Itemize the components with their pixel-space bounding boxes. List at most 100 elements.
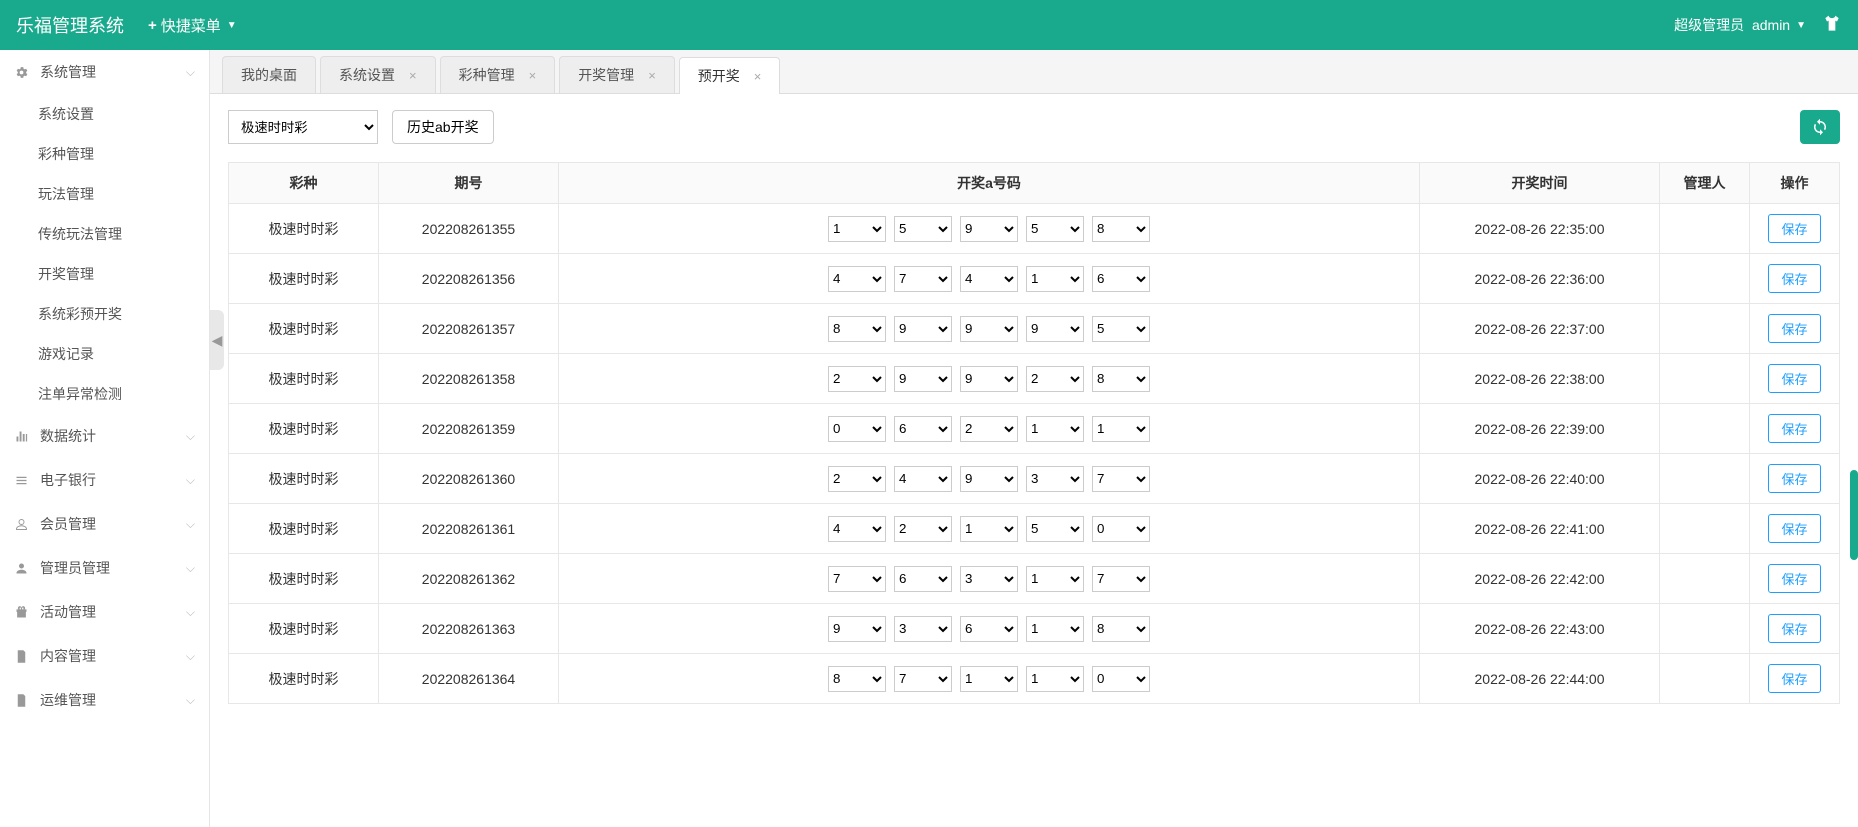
scrollbar-thumb[interactable] [1850, 470, 1858, 560]
cell-action: 保存 [1750, 604, 1840, 654]
number-select[interactable]: 1 [960, 516, 1018, 542]
sidebar-item[interactable]: 开奖管理 [0, 254, 209, 294]
number-select[interactable]: 2 [1026, 366, 1084, 392]
number-select[interactable]: 2 [828, 366, 886, 392]
number-select[interactable]: 7 [1092, 566, 1150, 592]
number-select[interactable]: 4 [894, 466, 952, 492]
sidebar-group-3[interactable]: 会员管理⌵ [0, 502, 209, 546]
close-icon[interactable]: × [754, 69, 762, 84]
number-select[interactable]: 6 [894, 416, 952, 442]
refresh-button[interactable] [1800, 110, 1840, 144]
number-select[interactable]: 7 [828, 566, 886, 592]
number-select[interactable]: 9 [828, 616, 886, 642]
save-button[interactable]: 保存 [1768, 314, 1820, 343]
number-select[interactable]: 9 [960, 316, 1018, 342]
sidebar-item[interactable]: 游戏记录 [0, 334, 209, 374]
number-select[interactable]: 9 [960, 366, 1018, 392]
sidebar-group-1[interactable]: 数据统计⌵ [0, 414, 209, 458]
number-select[interactable]: 4 [828, 516, 886, 542]
number-select[interactable]: 6 [894, 566, 952, 592]
save-button[interactable]: 保存 [1768, 664, 1820, 693]
history-ab-button[interactable]: 历史ab开奖 [392, 110, 494, 144]
number-select[interactable]: 8 [828, 316, 886, 342]
save-button[interactable]: 保存 [1768, 364, 1820, 393]
sidebar-group-5[interactable]: 活动管理⌵ [0, 590, 209, 634]
theme-icon[interactable] [1822, 14, 1842, 37]
number-select[interactable]: 1 [1026, 616, 1084, 642]
number-select[interactable]: 2 [828, 466, 886, 492]
tab[interactable]: 开奖管理× [559, 56, 675, 93]
cell-action: 保存 [1750, 654, 1840, 704]
tab[interactable]: 彩种管理× [440, 56, 556, 93]
number-select[interactable]: 8 [1092, 216, 1150, 242]
sidebar-item[interactable]: 玩法管理 [0, 174, 209, 214]
number-select[interactable]: 1 [1026, 416, 1084, 442]
number-select[interactable]: 2 [960, 416, 1018, 442]
number-select[interactable]: 1 [828, 216, 886, 242]
number-select[interactable]: 8 [1092, 366, 1150, 392]
sidebar-group-0[interactable]: 系统管理⌵ [0, 50, 209, 94]
lottery-select[interactable]: 极速时时彩 [228, 110, 378, 144]
sidebar-group-7[interactable]: 运维管理⌵ [0, 678, 209, 722]
number-select[interactable]: 6 [960, 616, 1018, 642]
number-select[interactable]: 7 [894, 666, 952, 692]
number-select[interactable]: 4 [828, 266, 886, 292]
number-select[interactable]: 1 [960, 666, 1018, 692]
sidebar-item[interactable]: 系统设置 [0, 94, 209, 134]
save-button[interactable]: 保存 [1768, 464, 1820, 493]
number-select[interactable]: 8 [1092, 616, 1150, 642]
quick-menu-toggle[interactable]: + 快捷菜单 ▼ [148, 15, 237, 36]
number-select[interactable]: 5 [1092, 316, 1150, 342]
save-button[interactable]: 保存 [1768, 514, 1820, 543]
save-button[interactable]: 保存 [1768, 264, 1820, 293]
number-select[interactable]: 2 [894, 516, 952, 542]
number-select[interactable]: 5 [1026, 516, 1084, 542]
number-select[interactable]: 6 [1092, 266, 1150, 292]
number-select[interactable]: 9 [1026, 316, 1084, 342]
sidebar-item[interactable]: 彩种管理 [0, 134, 209, 174]
cell-action: 保存 [1750, 204, 1840, 254]
save-button[interactable]: 保存 [1768, 214, 1820, 243]
save-button[interactable]: 保存 [1768, 614, 1820, 643]
cell-lottery: 极速时时彩 [229, 304, 379, 354]
number-select[interactable]: 3 [894, 616, 952, 642]
number-select[interactable]: 1 [1026, 666, 1084, 692]
close-icon[interactable]: × [648, 68, 656, 83]
number-select[interactable]: 1 [1026, 266, 1084, 292]
number-select[interactable]: 9 [960, 466, 1018, 492]
number-select[interactable]: 5 [1026, 216, 1084, 242]
number-select[interactable]: 0 [828, 416, 886, 442]
sidebar-group-2[interactable]: 电子银行⌵ [0, 458, 209, 502]
number-select[interactable]: 1 [1026, 566, 1084, 592]
save-button[interactable]: 保存 [1768, 564, 1820, 593]
cell-lottery: 极速时时彩 [229, 204, 379, 254]
sidebar-item[interactable]: 系统彩预开奖 [0, 294, 209, 334]
sidebar-group-4[interactable]: 管理员管理⌵ [0, 546, 209, 590]
cell-time: 2022-08-26 22:44:00 [1420, 654, 1660, 704]
scrollbar[interactable] [1850, 50, 1858, 827]
number-select[interactable]: 9 [894, 316, 952, 342]
sidebar-collapse-handle[interactable]: ◀ [210, 310, 224, 370]
number-select[interactable]: 3 [1026, 466, 1084, 492]
user-menu-toggle[interactable]: 超级管理员 admin ▼ [1674, 15, 1806, 35]
close-icon[interactable]: × [529, 68, 537, 83]
save-button[interactable]: 保存 [1768, 414, 1820, 443]
tab[interactable]: 我的桌面 [222, 56, 316, 93]
tab[interactable]: 系统设置× [320, 56, 436, 93]
sidebar-group-6[interactable]: 内容管理⌵ [0, 634, 209, 678]
sidebar-item[interactable]: 传统玩法管理 [0, 214, 209, 254]
number-select[interactable]: 0 [1092, 516, 1150, 542]
number-select[interactable]: 7 [894, 266, 952, 292]
number-select[interactable]: 9 [894, 366, 952, 392]
number-select[interactable]: 1 [1092, 416, 1150, 442]
number-select[interactable]: 9 [960, 216, 1018, 242]
sidebar-item[interactable]: 注单异常检测 [0, 374, 209, 414]
number-select[interactable]: 5 [894, 216, 952, 242]
number-select[interactable]: 7 [1092, 466, 1150, 492]
number-select[interactable]: 3 [960, 566, 1018, 592]
tab[interactable]: 预开奖× [679, 57, 781, 94]
number-select[interactable]: 8 [828, 666, 886, 692]
number-select[interactable]: 4 [960, 266, 1018, 292]
close-icon[interactable]: × [409, 68, 417, 83]
number-select[interactable]: 0 [1092, 666, 1150, 692]
